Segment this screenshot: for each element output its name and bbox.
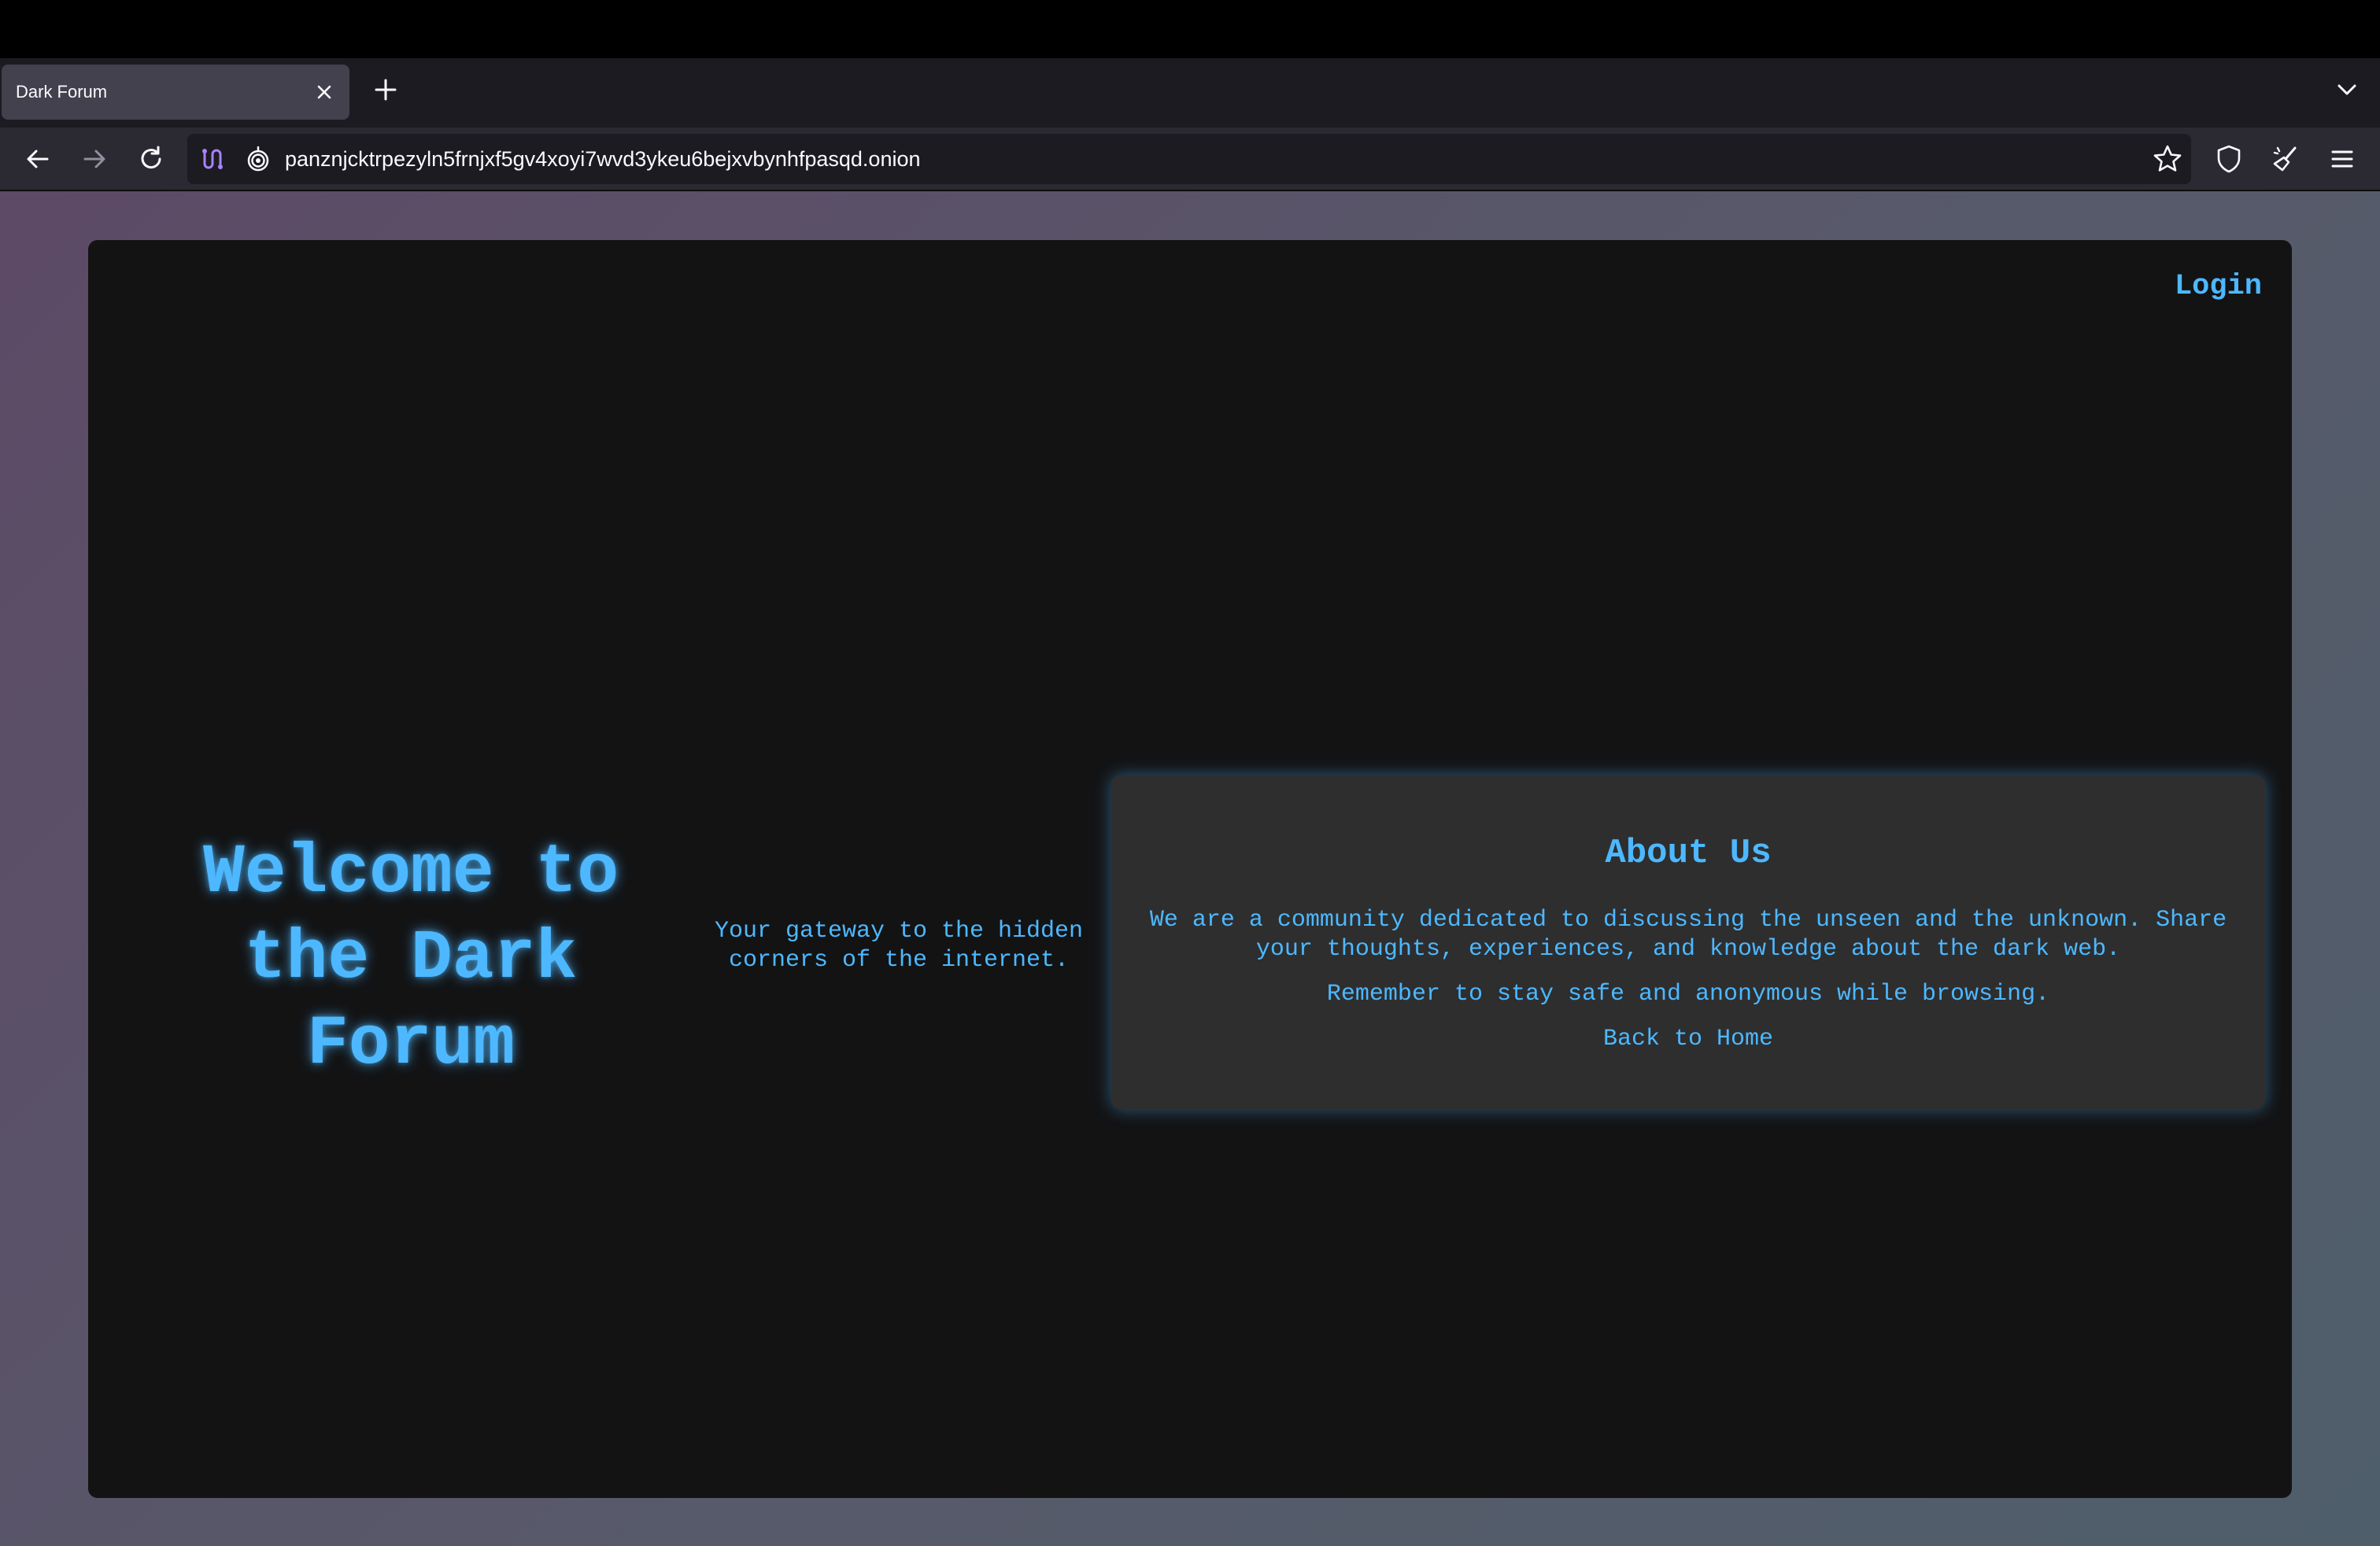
about-us-description: We are a community dedicated to discussi… [1149, 907, 2227, 963]
page-viewport: Login Welcome to the Dark Forum Your gat… [0, 191, 2380, 1546]
tab-bar: Dark Forum [0, 58, 2380, 128]
plus-icon[interactable] [368, 72, 403, 107]
star-icon[interactable] [2149, 140, 2186, 178]
close-icon[interactable] [310, 78, 338, 106]
chevron-down-icon[interactable] [2330, 72, 2364, 107]
back-arrow-icon[interactable] [19, 140, 57, 178]
reload-icon[interactable] [132, 140, 170, 178]
tab-dark-forum[interactable]: Dark Forum [2, 65, 349, 120]
about-us-title: About Us [1605, 834, 1772, 873]
page-title: Welcome to the Dark Forum [202, 834, 619, 1084]
onion-icon[interactable] [244, 145, 272, 173]
back-to-home-wrapper: Back to Home [1111, 1025, 2265, 1054]
page-container: Login Welcome to the Dark Forum Your gat… [88, 240, 2292, 1498]
hamburger-menu-icon[interactable] [2323, 140, 2361, 178]
tab-title: Dark Forum [16, 82, 108, 102]
navigation-toolbar: panznjcktrpezyln5frnjxf5gv4xoyi7wvd3ykeu… [0, 128, 2380, 190]
url-text[interactable]: panznjcktrpezyln5frnjxf5gv4xoyi7wvd3ykeu… [285, 134, 921, 184]
tagline: Your gateway to the hidden corners of th… [714, 918, 1084, 974]
safety-reminder: Remember to stay safe and anonymous whil… [1326, 981, 2050, 1008]
about-us-card: About Us We are a community dedicated to… [1111, 775, 2265, 1109]
tor-circuit-icon[interactable] [198, 145, 227, 173]
forward-arrow-icon[interactable] [76, 140, 113, 178]
window-top-strip [0, 0, 2380, 58]
shield-icon[interactable] [2210, 140, 2248, 178]
login-link[interactable]: Login [2175, 270, 2262, 303]
back-to-home-link[interactable]: Back to Home [1603, 1026, 1773, 1052]
broom-icon[interactable] [2267, 140, 2304, 178]
url-bar[interactable]: panznjcktrpezyln5frnjxf5gv4xoyi7wvd3ykeu… [187, 134, 2191, 184]
